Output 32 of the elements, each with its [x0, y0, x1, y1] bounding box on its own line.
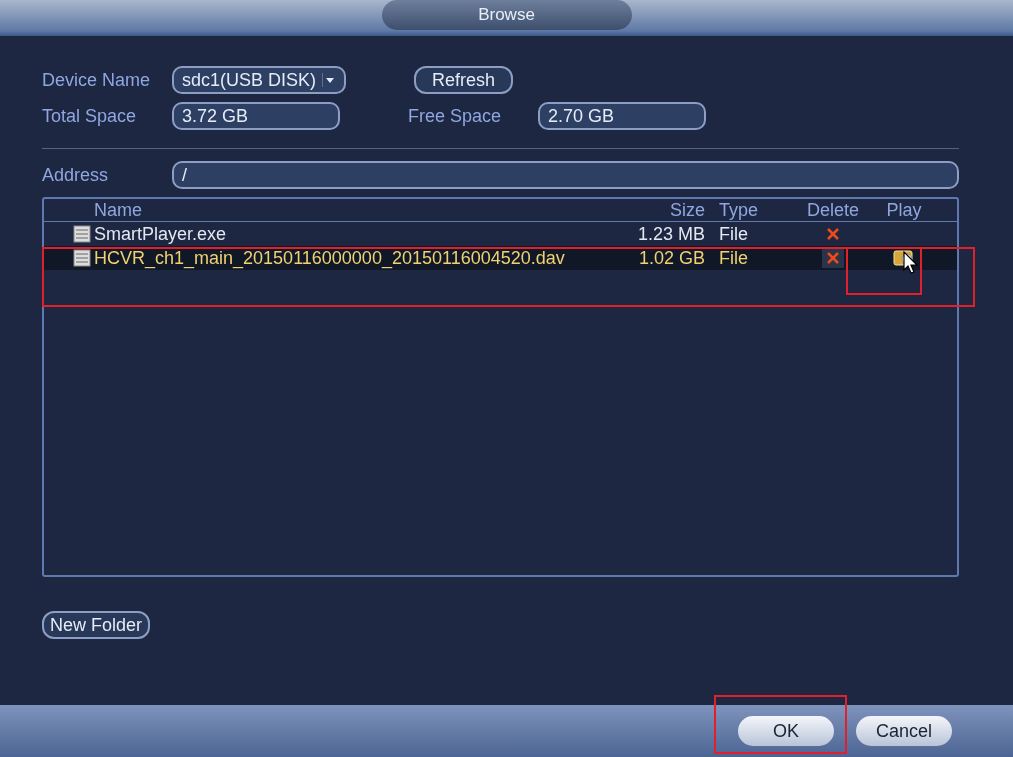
window-title: Browse: [381, 0, 632, 30]
refresh-button[interactable]: Refresh: [414, 66, 514, 94]
file-type: File: [719, 223, 749, 245]
column-header: Delete: [807, 199, 859, 221]
column-header: Size: [669, 199, 706, 221]
device-name-label: Device Name: [42, 69, 152, 91]
address-field[interactable]: /: [172, 161, 959, 189]
file-icon: [72, 225, 92, 243]
address-label: Address: [42, 164, 110, 186]
x-icon: [827, 228, 839, 240]
column-header: Type: [719, 199, 760, 221]
free-space-field: 2.70 GB: [538, 102, 706, 130]
x-icon: [827, 252, 839, 264]
file-name: SmartPlayer.exe: [94, 223, 228, 245]
dialog-button[interactable]: OK: [738, 716, 834, 746]
column-header: Play: [886, 199, 922, 221]
caret-icon: [322, 73, 337, 87]
cursor-icon: [903, 251, 919, 275]
file-row[interactable]: SmartPlayer.exe 1.23 MB File: [44, 222, 957, 246]
total-space-field: 3.72 GB: [172, 102, 340, 130]
column-header: Name: [94, 199, 143, 221]
file-icon: [72, 249, 92, 267]
file-type: File: [719, 247, 749, 269]
new-folder-button[interactable]: New Folder: [42, 611, 151, 639]
file-size: 1.23 MB: [636, 223, 706, 245]
file-name: HCVR_ch1_main_20150116000000_20150116004520.dav: [94, 247, 566, 269]
delete-button[interactable]: [822, 248, 844, 268]
file-size: 1.02 GB: [637, 247, 706, 269]
dialog-button[interactable]: Cancel: [856, 716, 952, 746]
total-space-label: Total Space: [42, 105, 138, 127]
device-dropdown[interactable]: sdc1(USB DISK): [172, 66, 347, 94]
free-space-label: Free Space: [408, 105, 503, 127]
